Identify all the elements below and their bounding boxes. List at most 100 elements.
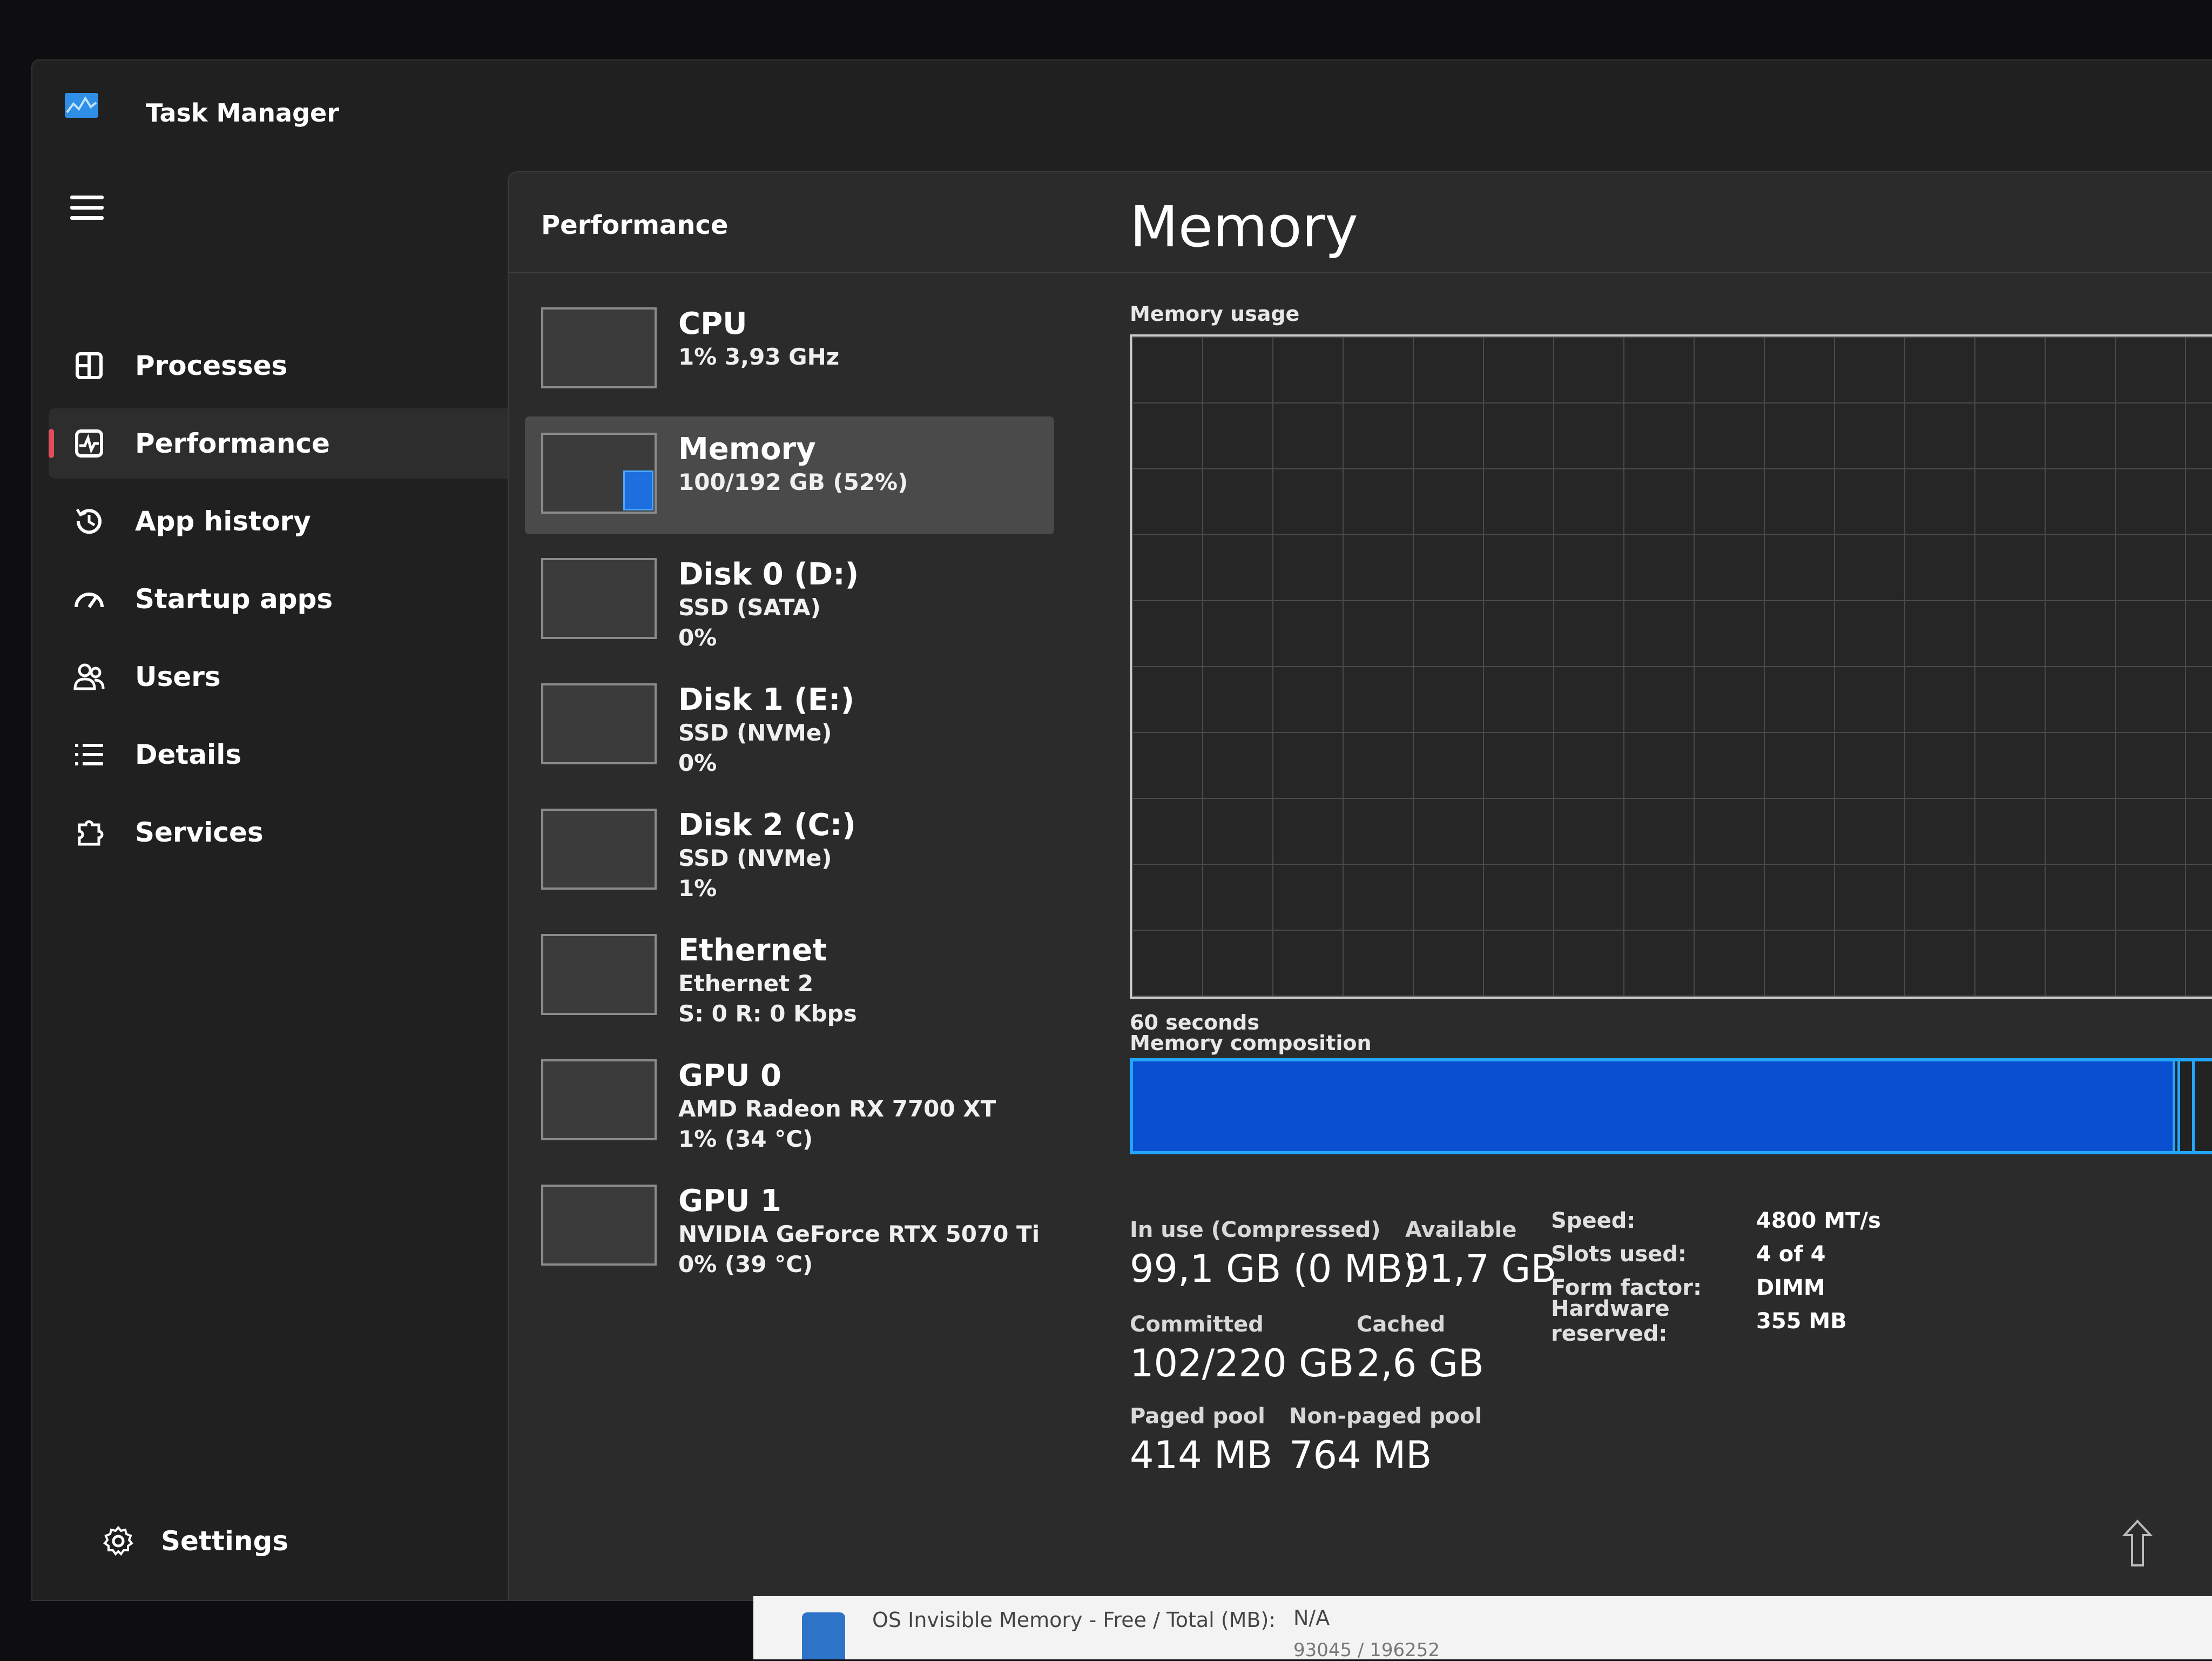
task-manager-logo-icon (65, 93, 98, 118)
sidebar-nav: Processes Performance App history Startu… (49, 331, 529, 875)
stat-label: Non-paged pool (1289, 1404, 1482, 1429)
device-thumbnail-graph (541, 934, 657, 1015)
device-thumbnail-graph (541, 307, 657, 388)
task-manager-window: Task Manager Processes Performance App h… (31, 59, 2212, 1601)
performance-panel: Performance CPU 1% 3,93 GHz Memory 100/1… (508, 171, 2212, 1600)
device-usage: 0% (678, 624, 717, 651)
device-usage: 1% (678, 875, 717, 902)
device-subtitle: 100/192 GB (52%) (678, 469, 908, 495)
overlay-label: OS Invisible Memory - Free / Total (MB): (872, 1608, 1276, 1632)
hamburger-menu-icon[interactable] (70, 196, 104, 224)
stat-paged-pool: Paged pool 414 MB (1130, 1404, 1272, 1477)
device-item-ethernet[interactable]: Ethernet Ethernet 2 S: 0 R: 0 Kbps (525, 918, 1054, 1043)
page-title: Performance (541, 210, 729, 240)
speedometer-icon (70, 580, 108, 618)
device-usage: 1% (34 °C) (678, 1126, 813, 1152)
sidebar-item-services[interactable]: Services (49, 797, 529, 868)
background-window-fragment: OS Invisible Memory - Free / Total (MB):… (753, 1596, 2212, 1661)
composition-in-use-segment (1133, 1061, 2173, 1151)
device-usage: 0% (678, 750, 717, 776)
device-subtitle: Ethernet 2 (678, 970, 814, 997)
stat-in-use: In use (Compressed) 99,1 GB (0 MB) (1130, 1218, 1417, 1291)
sidebar-item-label: Details (135, 739, 242, 770)
memory-detail-panel: Memory Memory usage 60 seconds Memory co… (1130, 172, 2212, 1600)
sidebar-item-label: Services (135, 817, 264, 848)
memory-composition-label: Memory composition (1130, 1031, 1372, 1055)
stat-label: Available (1405, 1218, 1517, 1242)
sidebar-item-app-history[interactable]: App history (49, 486, 529, 556)
stat-committed: Committed 102/220 GB (1130, 1312, 1354, 1386)
sidebar-item-label: Performance (135, 428, 330, 459)
device-thumbnail-graph (541, 683, 657, 764)
device-thumbnail-graph (541, 558, 657, 639)
memory-usage-graph (1130, 334, 2212, 999)
history-icon (70, 502, 108, 540)
memory-usage-label: Memory usage (1130, 302, 1300, 326)
sidebar-item-label: App history (135, 506, 311, 537)
settings-label: Settings (161, 1525, 289, 1557)
device-subtitle: SSD (NVMe) (678, 719, 832, 746)
sidebar-item-label: Users (135, 661, 221, 692)
device-name: Memory (678, 432, 816, 467)
stat-available: Available 91,7 GB (1405, 1218, 1556, 1291)
detail-title: Memory (1130, 194, 1358, 260)
sidebar-item-startup-apps[interactable]: Startup apps (49, 564, 529, 634)
stat-label: Committed (1130, 1312, 1264, 1337)
spec-key: Hardware reserved: (1551, 1296, 1670, 1346)
device-thumbnail-graph (541, 433, 657, 514)
device-name: Disk 1 (E:) (678, 682, 855, 717)
spec-value: 355 MB (1756, 1309, 1847, 1334)
stat-label: In use (Compressed) (1130, 1218, 1381, 1242)
spec-row: Hardware reserved: 355 MB (1551, 1296, 1881, 1346)
stat-value: 2,6 GB (1357, 1341, 1484, 1386)
device-usage: S: 0 R: 0 Kbps (678, 1000, 857, 1027)
device-item-disk-1[interactable]: Disk 1 (E:) SSD (NVMe) 0% (525, 667, 1054, 792)
scroll-up-icon[interactable] (2121, 1519, 2154, 1568)
sidebar-item-details[interactable]: Details (49, 719, 529, 790)
sidebar-item-label: Startup apps (135, 583, 333, 615)
spec-row: Speed: 4800 MT/s (1551, 1204, 1881, 1238)
device-subtitle: NVIDIA GeForce RTX 5070 Ti (678, 1221, 1040, 1247)
device-subtitle: SSD (NVMe) (678, 845, 832, 871)
device-item-disk-2[interactable]: Disk 2 (C:) SSD (NVMe) 1% (525, 792, 1054, 918)
stat-label: Cached (1357, 1312, 1446, 1337)
settings-button[interactable]: Settings (103, 1525, 288, 1557)
stat-value: 91,7 GB (1405, 1247, 1557, 1291)
composition-modified-segment (2173, 1061, 2180, 1151)
processes-icon (70, 347, 108, 385)
device-thumbnail-graph (541, 1059, 657, 1140)
device-item-memory[interactable]: Memory 100/192 GB (52%) (525, 416, 1054, 534)
users-icon (70, 658, 108, 696)
device-usage: 0% (39 °C) (678, 1251, 813, 1277)
stat-nonpaged-pool: Non-paged pool 764 MB (1289, 1404, 1482, 1477)
spec-value: DIMM (1756, 1275, 1825, 1300)
sidebar-item-label: Processes (135, 350, 288, 381)
device-name: GPU 1 (678, 1183, 781, 1219)
overlay-line2: 93045 / 196252 (1293, 1639, 1440, 1661)
memory-usage-fill (623, 470, 653, 510)
spec-row: Slots used: 4 of 4 (1551, 1238, 1881, 1271)
overlay-value: N/A (1293, 1606, 1330, 1630)
device-name: CPU (678, 306, 747, 341)
device-thumbnail-graph (541, 1185, 657, 1266)
device-subtitle: SSD (SATA) (678, 594, 821, 621)
device-item-gpu-1[interactable]: GPU 1 NVIDIA GeForce RTX 5070 Ti 0% (39 … (525, 1168, 1054, 1294)
sidebar-item-performance[interactable]: Performance (49, 408, 529, 479)
app-tool-icon (802, 1612, 845, 1659)
stat-value: 414 MB (1130, 1433, 1273, 1477)
puzzle-icon (70, 813, 108, 851)
stat-value: 764 MB (1289, 1433, 1432, 1477)
device-name: Ethernet (678, 933, 827, 968)
composition-standby-divider (2192, 1061, 2195, 1151)
device-item-cpu[interactable]: CPU 1% 3,93 GHz (525, 291, 1054, 416)
device-item-disk-0[interactable]: Disk 0 (D:) SSD (SATA) 0% (525, 542, 1054, 667)
sidebar-item-processes[interactable]: Processes (49, 331, 529, 401)
device-item-gpu-0[interactable]: GPU 0 AMD Radeon RX 7700 XT 1% (34 °C) (525, 1043, 1054, 1168)
list-icon (70, 736, 108, 774)
title-bar: Task Manager (32, 60, 2212, 169)
sidebar-item-users[interactable]: Users (49, 642, 529, 712)
performance-icon (70, 425, 108, 462)
stat-value: 102/220 GB (1130, 1341, 1354, 1386)
gear-icon (103, 1525, 133, 1556)
stat-label: Paged pool (1130, 1404, 1265, 1429)
